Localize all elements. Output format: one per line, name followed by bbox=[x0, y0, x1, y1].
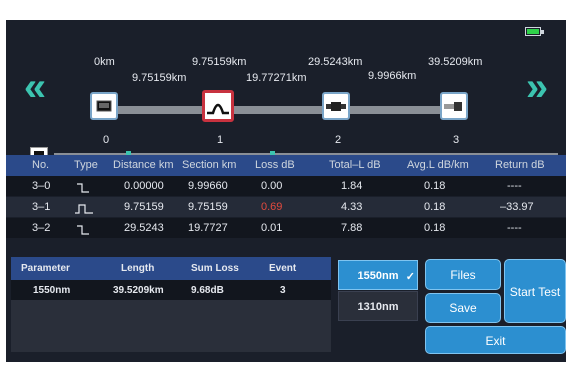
table-row[interactable]: 3–0 0.00000 9.99660 0.00 1.84 0.18 ---- bbox=[6, 176, 566, 196]
cell-section: 19.7727 bbox=[188, 222, 228, 234]
cell-loss: 0.01 bbox=[261, 222, 283, 234]
col-header-avg-loss: Avg.L dB/km bbox=[407, 159, 469, 171]
col-header-type: Type bbox=[74, 159, 98, 171]
col-header-section: Section km bbox=[182, 159, 237, 171]
col-header-no: No. bbox=[32, 159, 50, 171]
table-row[interactable]: 3–2 29.5243 19.7727 0.01 7.88 0.18 ---- bbox=[6, 218, 566, 238]
cell-distance: 0.00000 bbox=[124, 180, 164, 192]
cell-avg-loss: 0.18 bbox=[424, 180, 446, 192]
parameter-table: Parameter Length Sum Loss Event 1550nm 3… bbox=[11, 257, 331, 352]
event-header: Event bbox=[269, 263, 297, 274]
event-distance-label: 9.75159km bbox=[192, 56, 247, 68]
cell-loss: 0.69 bbox=[261, 201, 283, 213]
otdr-screen: « » 0km 9.75159km 29.5243km 39.5209km 9.… bbox=[6, 20, 566, 362]
files-button[interactable]: Files bbox=[425, 259, 501, 290]
end-event-icon[interactable] bbox=[440, 92, 468, 120]
cell-distance: 9.75159 bbox=[124, 201, 164, 213]
param-sum-loss: 9.68dB bbox=[191, 285, 224, 296]
wavelength-1310-label: 1310nm bbox=[357, 301, 399, 313]
col-header-total-loss: Total–L dB bbox=[329, 159, 381, 171]
cell-total-loss: 1.84 bbox=[341, 180, 363, 192]
start-test-button[interactable]: Start Test bbox=[504, 259, 566, 323]
col-header-distance: Distance km bbox=[113, 159, 174, 171]
wavelength-1310-button[interactable]: 1310nm bbox=[338, 291, 418, 321]
wavelength-1550-button[interactable]: 1550nm ✓ bbox=[338, 260, 418, 290]
cell-return: ---- bbox=[507, 222, 522, 234]
sum-loss-header: Sum Loss bbox=[191, 263, 239, 274]
length-header: Length bbox=[121, 263, 155, 274]
save-button[interactable]: Save bbox=[425, 293, 501, 323]
parameter-row: 1550nm 39.5209km 9.68dB 3 bbox=[11, 280, 331, 300]
prev-event-arrow-icon[interactable]: « bbox=[20, 64, 50, 110]
table-row[interactable]: 3–1 9.75159 9.75159 0.69 4.33 0.18 –33.9… bbox=[6, 197, 566, 217]
parameter-table-header: Parameter Length Sum Loss Event bbox=[11, 257, 331, 280]
event-distance-label: 0km bbox=[94, 56, 115, 68]
fiber-segment bbox=[348, 106, 442, 114]
section-distance-label: 9.75159km bbox=[132, 72, 187, 84]
event-distance-label: 29.5243km bbox=[308, 56, 363, 68]
cell-loss: 0.00 bbox=[261, 180, 283, 192]
splice-event-icon[interactable] bbox=[322, 92, 350, 120]
exit-button[interactable]: Exit bbox=[425, 326, 566, 354]
wavelength-1550-label: 1550nm bbox=[357, 270, 399, 282]
event-distance-label: 39.5209km bbox=[428, 56, 483, 68]
end-type-icon bbox=[76, 222, 90, 242]
cell-total-loss: 7.88 bbox=[341, 222, 363, 234]
cell-no: 3–1 bbox=[32, 201, 51, 213]
section-distance-label: 9.9966km bbox=[368, 70, 417, 82]
fiber-segment bbox=[116, 106, 212, 114]
cell-section: 9.75159 bbox=[188, 201, 228, 213]
cell-avg-loss: 0.18 bbox=[424, 201, 446, 213]
param-header: Parameter bbox=[21, 263, 70, 274]
param-event: 3 bbox=[280, 285, 286, 296]
fiber-segment bbox=[234, 106, 324, 114]
cell-distance: 29.5243 bbox=[124, 222, 164, 234]
param-length: 39.5209km bbox=[113, 285, 164, 296]
check-icon: ✓ bbox=[405, 271, 415, 283]
event-number: 1 bbox=[216, 134, 224, 146]
col-header-loss: Loss dB bbox=[255, 159, 295, 171]
param-wavelength: 1550nm bbox=[33, 285, 71, 296]
next-event-arrow-icon[interactable]: » bbox=[522, 64, 552, 110]
event-number: 0 bbox=[102, 134, 110, 146]
reflective-event-icon[interactable] bbox=[202, 90, 234, 122]
event-number: 2 bbox=[334, 134, 342, 146]
cell-return: ---- bbox=[507, 180, 522, 192]
launch-event-icon[interactable] bbox=[90, 92, 118, 120]
col-header-return: Return dB bbox=[495, 159, 545, 171]
cell-total-loss: 4.33 bbox=[341, 201, 363, 213]
cell-no: 3–2 bbox=[32, 222, 51, 234]
cell-return: –33.97 bbox=[500, 201, 534, 213]
cell-avg-loss: 0.18 bbox=[424, 222, 446, 234]
cell-section: 9.99660 bbox=[188, 180, 228, 192]
event-table-header: No. Type Distance km Section km Loss dB … bbox=[6, 155, 566, 176]
battery-icon bbox=[525, 27, 544, 36]
cell-no: 3–0 bbox=[32, 180, 51, 192]
event-number: 3 bbox=[452, 134, 460, 146]
section-distance-label: 19.77271km bbox=[246, 72, 307, 84]
